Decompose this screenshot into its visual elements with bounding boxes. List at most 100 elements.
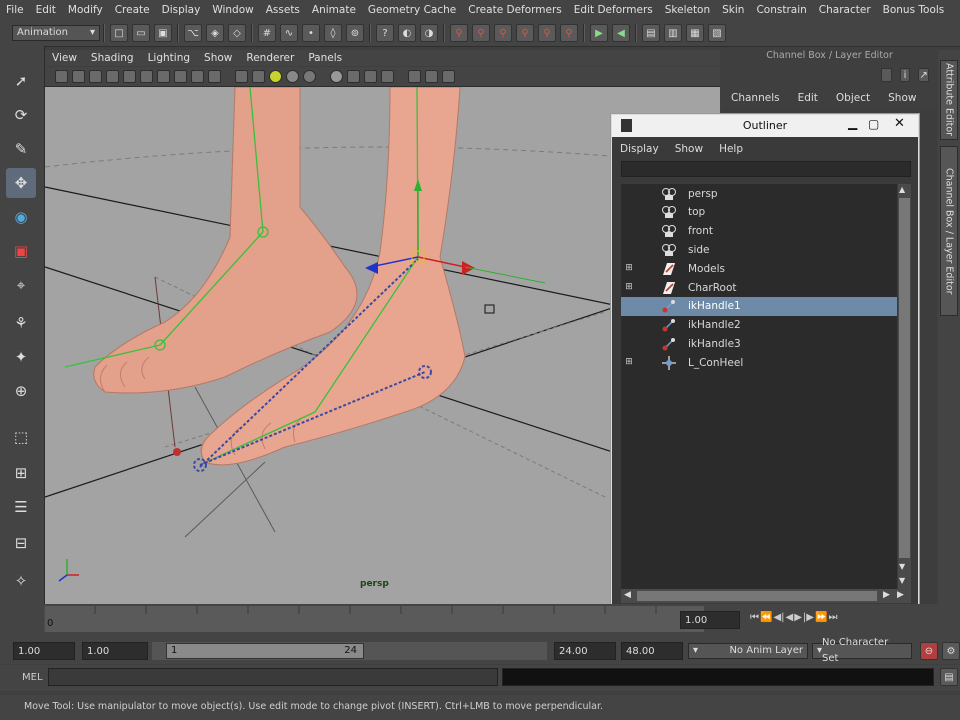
sphere-icon[interactable] [303, 70, 316, 83]
time-slider-track[interactable]: 0 [43, 606, 704, 632]
paint-weights-icon[interactable]: ⚲ [516, 24, 534, 42]
menu-skin[interactable]: Skin [716, 4, 750, 16]
make-live-icon[interactable]: ⊚ [346, 24, 364, 42]
wireframe-icon[interactable] [140, 70, 153, 83]
minimize-icon[interactable]: ▁ [848, 116, 857, 130]
xray-joints-icon[interactable] [252, 70, 265, 83]
graph-layout-icon[interactable]: ⊟ [6, 528, 36, 558]
layout-icon[interactable]: ▧ [708, 24, 726, 42]
preferences-icon[interactable]: ⚙ [942, 642, 960, 660]
outliner-item-charroot[interactable]: ⊞ CharRoot [621, 278, 897, 297]
outliner-vertical-scrollbar[interactable]: ▲ ▼ ▼ [898, 184, 911, 589]
constraint-icon[interactable]: ⚲ [538, 24, 556, 42]
range-slider[interactable]: 1 24 [152, 642, 547, 660]
menu-assets[interactable]: Assets [260, 4, 306, 16]
channel-box-menu-edit[interactable]: Edit [789, 92, 827, 104]
play-backwards-icon[interactable]: ◀ [786, 612, 794, 623]
menu-constrain[interactable]: Constrain [750, 4, 812, 16]
heel-locator[interactable] [173, 448, 181, 456]
go-to-end-icon[interactable]: ⏭ [828, 612, 837, 623]
scroll-thumb[interactable] [637, 591, 877, 601]
panel-menu-renderer[interactable]: Renderer [239, 52, 301, 64]
outliner-filter-field[interactable] [621, 161, 911, 177]
channel-box-menu-show[interactable]: Show [879, 92, 925, 104]
outliner-item-l-conheel[interactable]: ⊞ L_ConHeel [621, 353, 897, 372]
menu-file[interactable]: File [0, 4, 30, 16]
sphere-icon[interactable] [286, 70, 299, 83]
pin-icon[interactable]: ↗ [918, 68, 930, 82]
outliner-list[interactable]: persp top front side ⊞ Models ⊞ CharRoot ikHandl… [621, 184, 897, 589]
textured-icon[interactable] [174, 70, 187, 83]
step-forward-frame-icon[interactable]: |▶ [803, 612, 814, 623]
menu-create[interactable]: Create [109, 4, 156, 16]
key-icon[interactable]: ▶ [590, 24, 608, 42]
grid-icon[interactable] [123, 70, 136, 83]
auto-key-icon[interactable]: ⊖ [920, 642, 938, 660]
outliner-item-ikhandle3[interactable]: ikHandle3 [621, 334, 897, 353]
scroll-right-icon[interactable]: ▶ [883, 590, 890, 600]
script-editor-icon[interactable]: ▤ [940, 668, 958, 686]
play-forwards-icon[interactable]: ▶ [794, 612, 802, 623]
menu-animate[interactable]: Animate [306, 4, 362, 16]
render-icon[interactable]: ◐ [398, 24, 416, 42]
scroll-down-icon[interactable]: ▼ [899, 576, 905, 585]
snap-point-icon[interactable]: • [302, 24, 320, 42]
outliner-layout-icon[interactable]: ☰ [6, 492, 36, 522]
panel-menu-panels[interactable]: Panels [301, 52, 349, 64]
menu-bonus-tools[interactable]: Bonus Tools [877, 4, 951, 16]
menu-skeleton[interactable]: Skeleton [659, 4, 716, 16]
step-back-frame-icon[interactable]: ◀| [773, 612, 784, 623]
character-set-dropdown[interactable]: ▾ No Character Set [812, 637, 912, 664]
paint-select-tool-icon[interactable]: ✎ [6, 134, 36, 164]
playback-start-field[interactable]: 1.00 [82, 642, 148, 660]
maximize-icon[interactable]: ▢ [868, 117, 879, 131]
panel-menu-lighting[interactable]: Lighting [141, 52, 197, 64]
save-scene-icon[interactable]: ▣ [154, 24, 172, 42]
scroll-left-icon[interactable]: ◀ [624, 590, 631, 600]
tab-channel-box[interactable]: Channel Box / Layer Editor [940, 146, 958, 316]
menu-geometry-cache[interactable]: Geometry Cache [362, 4, 462, 16]
outliner-item-ikhandle1[interactable]: ikHandle1 [621, 296, 897, 316]
outliner-item-top[interactable]: top [621, 203, 897, 222]
history-icon[interactable]: ? [376, 24, 394, 42]
scroll-up-icon[interactable]: ▲ [899, 185, 905, 194]
menu-edit[interactable]: Edit [30, 4, 62, 16]
open-scene-icon[interactable]: ▭ [132, 24, 150, 42]
motion-blur-icon[interactable] [364, 70, 377, 83]
end-time-field[interactable]: 48.00 [621, 642, 683, 660]
rotate-tool-icon[interactable]: ◉ [6, 202, 36, 232]
menu-edit-deformers[interactable]: Edit Deformers [568, 4, 659, 16]
menu-set-dropdown[interactable]: Animation ▾ [12, 25, 100, 41]
bookmark-icon[interactable] [72, 70, 85, 83]
menu-character[interactable]: Character [813, 4, 877, 16]
select-tool-icon[interactable]: ➚ [6, 66, 36, 96]
field-chart-icon[interactable] [442, 70, 455, 83]
hardware-texture-icon[interactable] [330, 70, 343, 83]
xray-icon[interactable] [208, 70, 221, 83]
channel-box-menu-object[interactable]: Object [827, 92, 879, 104]
tab-attribute-editor[interactable]: Attribute Editor [940, 60, 958, 140]
graph-editor-icon[interactable]: ◀ [612, 24, 630, 42]
layout-icon[interactable]: ▤ [642, 24, 660, 42]
panel-menu-show[interactable]: Show [197, 52, 239, 64]
move-tool-icon[interactable]: ✥ [6, 168, 36, 198]
playback-end-field[interactable]: 24.00 [554, 642, 616, 660]
channel-box-menu-channels[interactable]: Channels [722, 92, 789, 104]
ik-handle-icon[interactable]: ⚲ [450, 24, 468, 42]
smooth-shade-icon[interactable] [157, 70, 170, 83]
select-component-icon[interactable]: ◇ [228, 24, 246, 42]
new-scene-icon[interactable]: □ [110, 24, 128, 42]
layout-icon[interactable]: ▦ [686, 24, 704, 42]
menu-display[interactable]: Display [156, 4, 207, 16]
outliner-menu-display[interactable]: Display [612, 143, 667, 155]
menu-modify[interactable]: Modify [62, 4, 109, 16]
ao-icon[interactable] [347, 70, 360, 83]
soft-mod-tool-icon[interactable]: ⚘ [6, 308, 36, 338]
hypershade-layout-icon[interactable]: ✧ [6, 566, 36, 596]
character-icon[interactable]: ⚲ [560, 24, 578, 42]
outliner-item-ikhandle2[interactable]: ikHandle2 [621, 316, 897, 335]
scroll-thumb[interactable] [899, 198, 910, 558]
anim-layer-dropdown[interactable]: ▾ No Anim Layer [688, 643, 808, 659]
expand-icon[interactable]: ⊞ [625, 283, 633, 292]
time-slider[interactable]: 0 1.00 ⏮ ⏪ ◀| ◀ ▶ |▶ ⏩ ⏭ [0, 604, 960, 638]
